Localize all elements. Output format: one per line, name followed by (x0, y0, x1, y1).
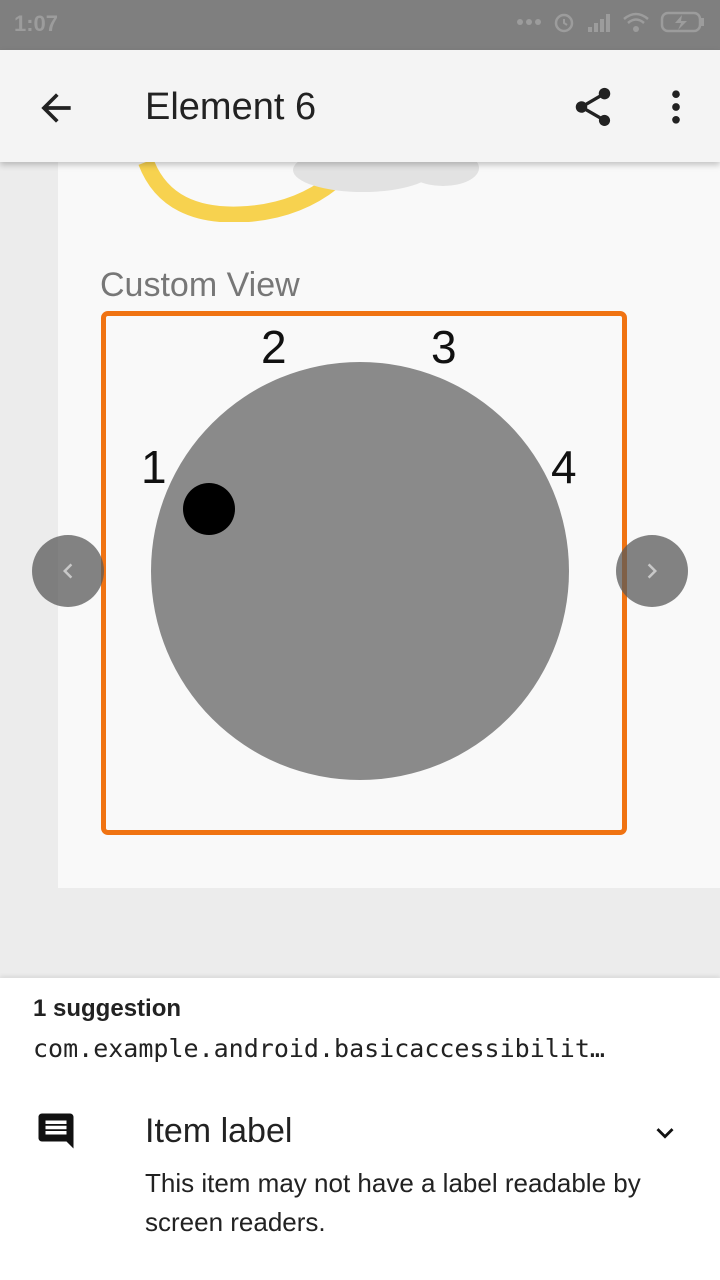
battery-icon (660, 11, 704, 33)
page-title: Element 6 (145, 86, 317, 128)
status-time: 1:07 (14, 11, 59, 36)
chevron-left-icon (63, 563, 73, 579)
element-highlight[interactable] (101, 311, 627, 835)
share-icon[interactable] (570, 84, 616, 130)
more-vert-icon[interactable] (660, 84, 692, 130)
package-name: com.example.android.basicaccessibilit… (33, 1034, 605, 1063)
previous-element-button[interactable] (32, 535, 104, 607)
suggestion-count: 1 suggestion (33, 995, 182, 1022)
more-dots-icon (517, 19, 541, 25)
alarm-icon (554, 13, 574, 33)
custom-view-label: Custom View (100, 266, 300, 304)
signal-icon (588, 14, 610, 32)
status-icons (516, 10, 706, 34)
suggestion-title[interactable]: Item label (145, 1112, 292, 1151)
app-bar: Element 6 (0, 50, 720, 162)
status-bar: 1:07 (0, 0, 720, 50)
suggestion-description: This item may not have a label readable … (145, 1168, 641, 1237)
message-icon (38, 1113, 74, 1149)
chevron-right-icon (647, 563, 657, 579)
next-element-button[interactable] (616, 535, 688, 607)
chevron-down-icon[interactable] (648, 1116, 682, 1150)
weather-illustration (138, 162, 479, 222)
wifi-icon (623, 12, 649, 32)
back-arrow-icon[interactable] (34, 86, 78, 130)
suggestions-sheet: 1 suggestion com.example.android.basicac… (0, 978, 720, 1280)
